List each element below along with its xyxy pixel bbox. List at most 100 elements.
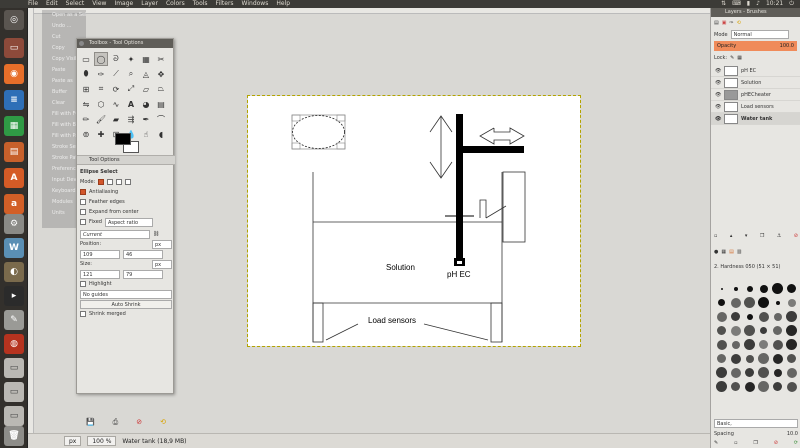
brush-item[interactable] (785, 352, 798, 365)
launcher-editor-icon[interactable]: ✎ (4, 310, 24, 330)
feather-checkbox[interactable] (80, 199, 86, 205)
size-height-input[interactable]: 79 (123, 269, 163, 279)
layers-dock-title[interactable]: Layers - Brushes (711, 8, 800, 17)
brush-item[interactable] (785, 310, 798, 323)
launcher-drive-icon[interactable]: ▭ (4, 382, 24, 402)
power-icon[interactable]: ⏻ (789, 0, 794, 8)
brush-item[interactable] (771, 282, 784, 295)
brush-item[interactable] (743, 310, 756, 323)
launcher-writer-icon[interactable]: ≡ (4, 90, 24, 110)
menu-select[interactable]: Select (66, 0, 85, 8)
auto-shrink-button[interactable]: Auto Shrink (80, 299, 172, 309)
launcher-files-icon[interactable]: ▭ (4, 38, 24, 58)
layers-tab-icon[interactable]: ▤ (714, 20, 719, 26)
expand-row[interactable]: Expand from center (80, 207, 172, 217)
brush-item[interactable] (743, 352, 756, 365)
volume-icon[interactable]: ♪ (756, 0, 760, 8)
layer-row[interactable]: 👁 Solution (711, 77, 800, 89)
scale-icon[interactable]: ⤢ (124, 82, 138, 96)
brush-item[interactable] (715, 380, 728, 393)
mode-add-icon[interactable] (107, 179, 114, 185)
menu-layer[interactable]: Layer (141, 0, 158, 8)
brush-item[interactable] (757, 352, 770, 365)
delete-layer-icon[interactable]: ⊘ (794, 233, 798, 239)
launcher-gimp-icon[interactable]: ◐ (4, 262, 24, 282)
bucket-fill-icon[interactable]: ◕ (139, 97, 153, 111)
menu-item[interactable]: Undo ... (42, 21, 86, 32)
layer-row[interactable]: 👁 pHECheater (711, 89, 800, 101)
save-preset-icon[interactable]: 💾 (86, 418, 95, 426)
eraser-icon[interactable]: ▰ (109, 112, 123, 126)
color-picker-icon[interactable]: ⟋ (109, 67, 123, 81)
brush-item[interactable] (715, 282, 728, 295)
brush-item[interactable] (729, 352, 742, 365)
tool-options-tab[interactable]: Tool Options (77, 155, 175, 165)
vertical-ruler[interactable] (28, 8, 34, 433)
menu-filters[interactable]: Filters (216, 0, 234, 8)
battery-icon[interactable]: ▮ (747, 0, 750, 8)
blend-icon[interactable]: ▤ (154, 97, 168, 111)
mode-subtract-icon[interactable] (116, 179, 123, 185)
mypaint-brush-icon[interactable]: ⌒ (154, 112, 168, 126)
brush-item[interactable] (715, 296, 728, 309)
new-layer-icon[interactable]: ▫ (714, 233, 717, 239)
brush-item[interactable] (729, 282, 742, 295)
patterns-tab-icon[interactable]: ▦ (721, 249, 726, 255)
align-icon[interactable]: ⊞ (79, 82, 93, 96)
spacing-row[interactable]: Spacing 10.0 (711, 429, 800, 438)
gradients-tab-icon[interactable]: ▥ (737, 249, 742, 255)
restore-preset-icon[interactable]: ⎙ (113, 418, 119, 427)
fonts-tab-icon[interactable]: ▤ (729, 249, 734, 255)
brush-item[interactable] (771, 324, 784, 337)
delete-brush-icon[interactable]: ⊘ (774, 440, 778, 446)
eye-icon[interactable]: 👁 (715, 116, 721, 122)
reset-icon[interactable]: ⟲ (160, 418, 166, 426)
brush-item[interactable] (771, 310, 784, 323)
rotate-icon[interactable]: ⟳ (109, 82, 123, 96)
foreground-color-swatch[interactable] (115, 133, 131, 145)
feather-row[interactable]: Feather edges (80, 197, 172, 207)
launcher-settings-icon[interactable]: ⚙ (4, 214, 24, 234)
brush-item[interactable] (757, 296, 770, 309)
airbrush-icon[interactable]: ⇶ (124, 112, 138, 126)
launcher-drive-icon[interactable]: ▭ (4, 358, 24, 378)
position-x-input[interactable]: 109 (80, 249, 120, 259)
layer-row[interactable]: 👁 pH EC (711, 65, 800, 77)
launcher-amazon-icon[interactable]: a (4, 194, 24, 214)
refresh-brushes-icon[interactable]: ⟳ (794, 440, 798, 446)
unit-selector[interactable]: px (64, 436, 82, 446)
brush-item[interactable] (757, 310, 770, 323)
menu-item[interactable]: Open as a Selection (42, 10, 86, 21)
mode-replace-icon[interactable] (98, 179, 105, 185)
duplicate-layer-icon[interactable]: ❐ (760, 233, 764, 239)
cage-icon[interactable]: ⬡ (94, 97, 108, 111)
toolbox-titlebar[interactable]: Toolbox - Tool Options (77, 39, 173, 48)
fuzzy-select-icon[interactable]: ✦ (124, 52, 138, 66)
menu-help[interactable]: Help (276, 0, 290, 8)
rect-select-icon[interactable]: ▭ (79, 52, 93, 66)
shrink-merged-row[interactable]: Shrink merged (80, 309, 172, 319)
lock-pixels-icon[interactable]: ✎ (730, 55, 734, 61)
warp-icon[interactable]: ∿ (109, 97, 123, 111)
brush-item[interactable] (743, 296, 756, 309)
brush-item[interactable] (715, 338, 728, 351)
clone-icon[interactable]: ⊚ (79, 127, 93, 141)
shrink-merged-checkbox[interactable] (80, 311, 86, 317)
position-unit-select[interactable]: px (152, 239, 172, 249)
highlight-row[interactable]: Highlight (80, 279, 172, 289)
anchor-icon[interactable]: ⚓ (777, 233, 781, 239)
size-width-input[interactable]: 121 (80, 269, 120, 279)
mode-select[interactable]: Normal (730, 30, 789, 39)
heal-icon[interactable]: ✚ (94, 127, 108, 141)
guides-select[interactable]: No guides (80, 289, 172, 299)
brush-item[interactable] (757, 324, 770, 337)
paintbrush-icon[interactable]: 🖌 (94, 112, 108, 126)
launcher-calc-icon[interactable]: ▦ (4, 116, 24, 136)
lock-alpha-icon[interactable]: ▦ (737, 55, 742, 61)
opacity-slider[interactable]: Opacity 100.0 (714, 41, 797, 51)
menu-file[interactable]: File (28, 0, 38, 8)
antialiasing-checkbox[interactable] (80, 189, 86, 195)
scissors-icon[interactable]: ✂ (154, 52, 168, 66)
close-icon[interactable] (79, 41, 84, 46)
launcher-search-icon[interactable]: ◎ (4, 10, 24, 30)
